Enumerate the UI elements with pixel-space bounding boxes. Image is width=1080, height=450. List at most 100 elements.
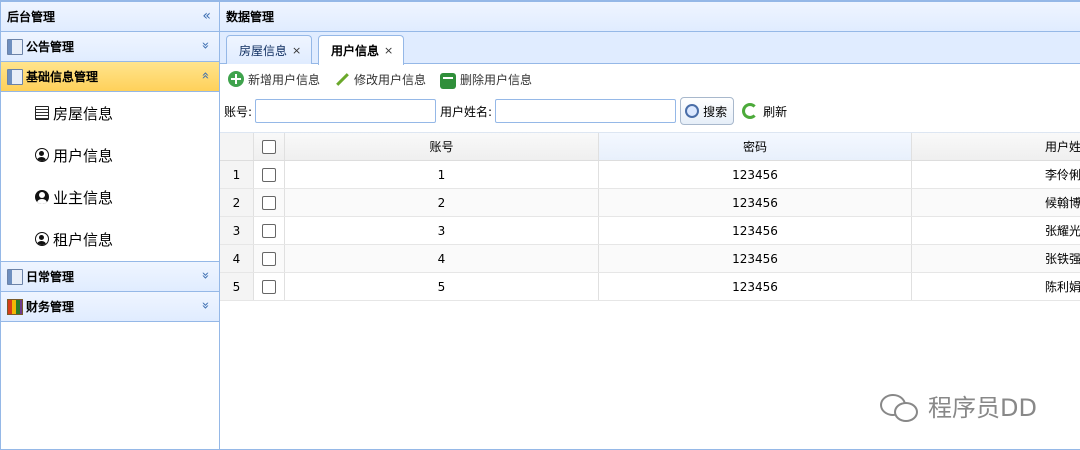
expand-icon[interactable]: » (198, 42, 213, 50)
add-user-button[interactable]: 新增用户信息 (228, 71, 320, 88)
column-header-user-name[interactable]: 用户姓 (912, 133, 1080, 160)
row-checkbox-cell (254, 273, 285, 300)
book-icon (7, 68, 23, 85)
nav-item-label: 业主信息 (53, 188, 114, 207)
cell-user-name: 张铁强 (1044, 252, 1080, 266)
nav-item-tenant-info[interactable]: 租户信息 (1, 218, 219, 260)
close-tab-icon[interactable]: × (292, 44, 301, 57)
collapse-icon[interactable]: « (198, 72, 213, 80)
nav-item-user-info[interactable]: 用户信息 (1, 134, 219, 176)
refresh-button-label: 刷新 (763, 104, 788, 119)
table-row[interactable]: 3 3 123456 张耀光 (220, 217, 1080, 245)
accordion-notice-management[interactable]: 公告管理 » (1, 32, 219, 62)
user-data-grid: 账号 密码 用户姓 1 1 123456 李伶俐 2 2 123456 候翰博 … (220, 132, 1080, 301)
watermark-text: 程序员DD (928, 394, 1037, 422)
nav-item-owner-info[interactable]: 业主信息 (1, 176, 219, 218)
row-checkbox[interactable] (262, 167, 276, 182)
tab-label: 房屋信息 (239, 43, 288, 58)
expand-icon[interactable]: » (198, 272, 213, 280)
user-name-search-input[interactable] (495, 99, 677, 123)
nav-item-label: 用户信息 (53, 146, 114, 165)
collapse-sidebar-icon[interactable]: « (202, 8, 211, 24)
select-all-checkbox-cell (254, 133, 285, 160)
add-icon (228, 71, 244, 87)
user-icon (35, 232, 49, 246)
tab-user-info[interactable]: 用户信息 × (318, 35, 405, 65)
cell-account: 1 (285, 161, 599, 188)
search-button[interactable]: 搜索 (680, 97, 735, 125)
edit-user-button[interactable]: 修改用户信息 (334, 71, 426, 88)
user-icon (35, 148, 49, 162)
row-number: 5 (220, 273, 254, 300)
row-number: 1 (220, 161, 254, 188)
cell-account: 2 (285, 189, 599, 216)
table-row[interactable]: 2 2 123456 候翰博 (220, 189, 1080, 217)
cell-password: 123456 (599, 245, 912, 272)
cell-user-name: 陈利娟 (1044, 280, 1080, 294)
search-bar: 账号: 用户姓名: 搜索 刷新 (220, 94, 1080, 128)
row-checkbox[interactable] (262, 223, 276, 238)
row-checkbox[interactable] (262, 279, 276, 294)
user-name-label: 用户姓名: (440, 104, 493, 119)
table-row[interactable]: 1 1 123456 李伶俐 (220, 161, 1080, 189)
document-icon (35, 106, 49, 120)
select-all-checkbox[interactable] (262, 139, 276, 154)
main-title: 数据管理 (226, 10, 275, 24)
tab-label: 用户信息 (331, 44, 380, 58)
search-button-label: 搜索 (703, 104, 728, 119)
accordion-daily-management[interactable]: 日常管理 » (1, 262, 219, 292)
sidebar: 后台管理 « 公告管理 » 基础信息管理 « 房屋信息 用户信息 业主信息 租户… (0, 2, 220, 450)
row-checkbox[interactable] (262, 251, 276, 266)
account-label: 账号: (224, 104, 253, 119)
expand-icon[interactable]: » (198, 302, 213, 310)
row-number: 2 (220, 189, 254, 216)
refresh-icon (742, 103, 759, 119)
accordion-label: 财务管理 (26, 300, 75, 314)
table-row[interactable]: 4 4 123456 张铁强 (220, 245, 1080, 273)
nav-item-label: 房屋信息 (53, 104, 114, 123)
tabs-bar: 房屋信息 × 用户信息 × (220, 32, 1080, 65)
row-number: 4 (220, 245, 254, 272)
cell-user-name: 候翰博 (1044, 196, 1080, 210)
cell-password: 123456 (599, 189, 912, 216)
column-header-password[interactable]: 密码 (599, 133, 912, 160)
grid-header-row: 账号 密码 用户姓 (220, 133, 1080, 161)
row-checkbox-cell (254, 161, 285, 188)
cell-user-name: 李伶俐 (1044, 168, 1080, 182)
accordion-label: 公告管理 (26, 40, 75, 54)
cell-account: 3 (285, 217, 599, 244)
sidebar-header: 后台管理 « (1, 2, 219, 32)
accordion-body-basic-info: 房屋信息 用户信息 业主信息 租户信息 (1, 92, 219, 262)
watermark: 程序员DD (880, 388, 1037, 423)
tab-house-info[interactable]: 房屋信息 × (226, 35, 313, 64)
remove-icon (440, 72, 457, 89)
cell-password: 123456 (599, 273, 912, 300)
delete-user-label: 删除用户信息 (460, 72, 533, 87)
main-header: 数据管理 (220, 2, 1080, 32)
add-user-label: 新增用户信息 (248, 72, 321, 87)
account-search-input[interactable] (255, 99, 437, 123)
refresh-button[interactable]: 刷新 (742, 103, 787, 120)
cell-account: 5 (285, 273, 599, 300)
table-row[interactable]: 5 5 123456 陈利娟 (220, 273, 1080, 301)
row-number-header (220, 133, 254, 160)
row-checkbox-cell (254, 189, 285, 216)
pencil-icon (334, 71, 350, 87)
row-checkbox-cell (254, 217, 285, 244)
nav-item-label: 租户信息 (53, 230, 114, 249)
accordion-finance-management[interactable]: 财务管理 » (1, 292, 219, 322)
main-panel: 数据管理 房屋信息 × 用户信息 × 新增用户信息 修改用户信息 删除用户信息 … (219, 2, 1080, 450)
close-tab-icon[interactable]: × (384, 44, 393, 57)
cell-password: 123456 (599, 217, 912, 244)
column-header-account[interactable]: 账号 (285, 133, 599, 160)
nav-item-house-info[interactable]: 房屋信息 (1, 92, 219, 134)
delete-user-button[interactable]: 删除用户信息 (440, 70, 532, 89)
book-icon (7, 38, 23, 55)
row-checkbox[interactable] (262, 195, 276, 210)
sidebar-title: 后台管理 (7, 10, 56, 24)
toolbar: 新增用户信息 修改用户信息 删除用户信息 (220, 64, 1080, 94)
accordion-basic-info-management[interactable]: 基础信息管理 « (1, 62, 219, 92)
cell-user-name: 张耀光 (1044, 224, 1080, 238)
cell-password: 123456 (599, 161, 912, 188)
accordion-label: 基础信息管理 (26, 70, 99, 84)
